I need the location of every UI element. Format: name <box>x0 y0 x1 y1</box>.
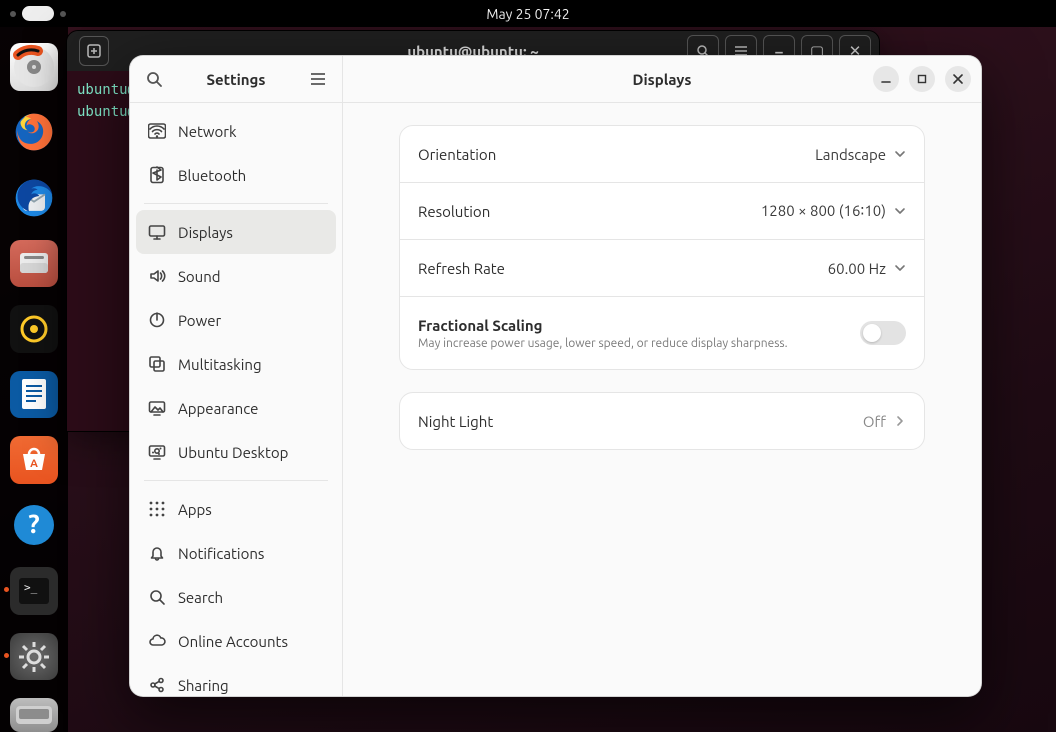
dock-app-thunderbird[interactable] <box>10 174 58 222</box>
dock: A ? >_ <box>0 27 68 732</box>
dock-app-terminal[interactable]: >_ <box>10 567 58 615</box>
svg-text:>_: >_ <box>24 581 38 594</box>
refresh-rate-row[interactable]: Refresh Rate 60.00 Hz <box>400 239 924 296</box>
sidebar-item-bluetooth[interactable]: Bluetooth <box>136 153 336 197</box>
dock-app-settings[interactable] <box>10 633 58 681</box>
content-title: Displays <box>633 71 692 88</box>
sidebar-item-label: Displays <box>178 224 326 241</box>
refresh-rate-label: Refresh Rate <box>418 260 828 277</box>
night-light-value: Off <box>863 413 886 430</box>
sidebar-item-power[interactable]: Power <box>136 298 336 342</box>
search-icon <box>146 588 168 606</box>
top-panel: May 25 07:42 <box>0 0 1056 27</box>
sidebar-header: Settings <box>130 56 342 103</box>
settings-sidebar: Settings Network Bluetooth Displays Sound Po… <box>130 56 343 696</box>
night-light-row[interactable]: Night Light Off <box>400 393 924 449</box>
wifi-icon <box>146 122 168 140</box>
settings-content: Displays Orientation Landscape <box>343 56 981 696</box>
dock-app-rhythmbox[interactable] <box>10 305 58 353</box>
sidebar-menu-button[interactable] <box>306 67 330 91</box>
sidebar-item-label: Bluetooth <box>178 167 326 184</box>
sidebar-item-label: Ubuntu Desktop <box>178 444 326 461</box>
display-icon <box>146 223 168 241</box>
sidebar-item-online[interactable]: Online Accounts <box>136 619 336 663</box>
sidebar-item-search[interactable]: Search <box>136 575 336 619</box>
resolution-row[interactable]: Resolution 1280 × 800 (16∶10) <box>400 182 924 239</box>
content-header: Displays <box>343 56 981 103</box>
window-maximize-button[interactable] <box>909 66 935 92</box>
sidebar-item-label: Power <box>178 312 326 329</box>
clock[interactable]: May 25 07:42 <box>486 6 569 22</box>
chevron-right-icon <box>894 415 906 427</box>
activities-dot[interactable] <box>10 11 16 17</box>
speaker-icon <box>146 267 168 285</box>
sidebar-search-button[interactable] <box>142 67 166 91</box>
settings-window: Settings Network Bluetooth Displays Sound Po… <box>129 55 982 697</box>
orientation-label: Orientation <box>418 146 815 163</box>
apps-icon <box>146 500 168 518</box>
sidebar-item-appearance[interactable]: Appearance <box>136 386 336 430</box>
dock-app-software[interactable]: A <box>10 436 58 484</box>
svg-text:?: ? <box>28 509 39 538</box>
dock-app-installer[interactable] <box>10 43 58 91</box>
chevron-down-icon <box>894 262 906 274</box>
sidebar-item-network[interactable]: Network <box>136 109 336 153</box>
appearance-icon <box>146 399 168 417</box>
dock-app-firefox[interactable] <box>10 109 58 157</box>
sidebar-item-apps[interactable]: Apps <box>136 487 336 531</box>
bluetooth-icon <box>146 166 168 184</box>
sidebar-title: Settings <box>207 71 266 88</box>
chevron-down-icon <box>894 205 906 217</box>
sidebar-item-displays[interactable]: Displays <box>136 210 336 254</box>
dock-removable-drive[interactable] <box>10 698 58 732</box>
dock-app-files[interactable] <box>10 240 58 288</box>
sidebar-item-multitask[interactable]: Multitasking <box>136 342 336 386</box>
sidebar-item-ubuntu[interactable]: Ubuntu Desktop <box>136 430 336 474</box>
activities-pill[interactable] <box>22 6 54 21</box>
dock-app-writer[interactable] <box>10 371 58 419</box>
activities-dot[interactable] <box>60 11 66 17</box>
night-light-label: Night Light <box>418 413 863 430</box>
sidebar-item-label: Online Accounts <box>178 633 326 650</box>
multitasking-icon <box>146 355 168 373</box>
window-minimize-button[interactable] <box>873 66 899 92</box>
resolution-value: 1280 × 800 (16∶10) <box>761 202 886 220</box>
bell-icon <box>146 544 168 562</box>
sidebar-item-label: Notifications <box>178 545 326 562</box>
terminal-new-tab-button[interactable] <box>79 36 109 66</box>
fractional-scaling-row: Fractional Scaling May increase power us… <box>400 296 924 369</box>
sidebar-item-label: Apps <box>178 501 326 518</box>
chevron-down-icon <box>894 148 906 160</box>
fractional-scaling-sub: May increase power usage, lower speed, o… <box>418 337 860 350</box>
night-light-card: Night Light Off <box>399 392 925 450</box>
sidebar-item-label: Sound <box>178 268 326 285</box>
fractional-scaling-label: Fractional Scaling <box>418 317 860 334</box>
display-settings-card: Orientation Landscape Resolution 1280 × … <box>399 125 925 370</box>
dock-app-help[interactable]: ? <box>10 502 58 550</box>
orientation-value: Landscape <box>815 146 886 163</box>
power-icon <box>146 311 168 329</box>
sidebar-item-label: Multitasking <box>178 356 326 373</box>
resolution-label: Resolution <box>418 203 761 220</box>
sidebar-item-label: Appearance <box>178 400 326 417</box>
sidebar-item-sharing[interactable]: Sharing <box>136 663 336 696</box>
sidebar-item-notif[interactable]: Notifications <box>136 531 336 575</box>
share-icon <box>146 676 168 694</box>
window-close-button[interactable] <box>945 66 971 92</box>
refresh-rate-value: 60.00 Hz <box>828 260 886 277</box>
orientation-row[interactable]: Orientation Landscape <box>400 126 924 182</box>
sidebar-item-label: Search <box>178 589 326 606</box>
fractional-scaling-switch[interactable] <box>860 321 906 345</box>
sidebar-item-sound[interactable]: Sound <box>136 254 336 298</box>
ubuntu-icon <box>146 443 168 461</box>
cloud-icon <box>146 632 168 650</box>
sidebar-item-label: Network <box>178 123 326 140</box>
svg-text:A: A <box>30 458 38 470</box>
sidebar-item-label: Sharing <box>178 677 326 694</box>
